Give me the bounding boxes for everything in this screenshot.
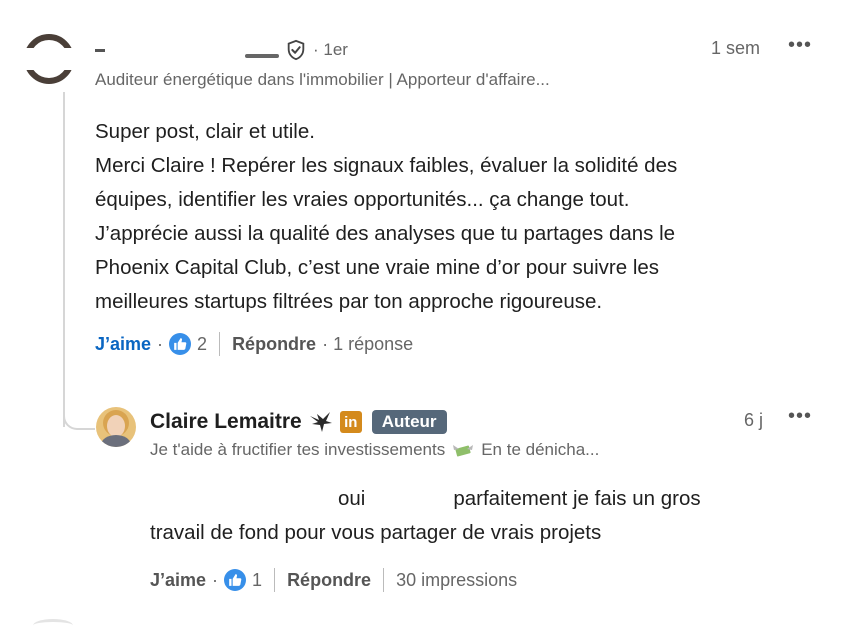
reply-author-headline: Je t'aide à fructifier tes investissemen…: [150, 440, 599, 460]
commenter-name-redacted[interactable]: [95, 40, 283, 60]
comment-more-icon[interactable]: •••: [788, 34, 812, 57]
divider: [274, 568, 276, 592]
like-count[interactable]: 2: [197, 334, 207, 355]
reply-text: oui parfaitement je fais un gros travail …: [150, 482, 701, 550]
comment-text: Super post, clair et utile. Merci Claire…: [95, 115, 795, 319]
commenter-name-row: · 1er: [95, 38, 348, 62]
reply-more-icon[interactable]: •••: [788, 405, 812, 428]
reply-author-name[interactable]: Claire Lemaitre: [150, 410, 302, 434]
reply-line: travail de fond pour vous partager de vr…: [150, 521, 602, 544]
linkedin-badge-icon: in: [339, 411, 362, 433]
reply-timestamp: 6 j: [744, 410, 764, 430]
reply-author-row: Claire Lemaitre in Auteur: [150, 408, 447, 436]
author-badge: Auteur: [371, 410, 447, 434]
thread-line: [63, 92, 65, 427]
impressions-count[interactable]: 30 impressions: [396, 570, 517, 591]
shield-check-icon: [287, 39, 305, 61]
comment-line: Merci Claire ! Repérer les signaux faibl…: [95, 154, 678, 177]
eagle-icon: [309, 412, 332, 432]
like-thumb-icon[interactable]: [224, 569, 247, 591]
commenter-avatar[interactable]: [20, 30, 78, 88]
reply-line: oui parfaitement je fais un gros: [150, 482, 701, 516]
headline-text: En te dénicha...: [481, 440, 600, 459]
connection-degree: · 1er: [313, 40, 348, 59]
reply-like-count[interactable]: 1: [252, 570, 262, 591]
next-comment-avatar-edge: [33, 619, 73, 632]
separator-dot: ·: [157, 333, 164, 354]
like-thumb-icon[interactable]: [169, 333, 192, 355]
divider: [383, 568, 385, 592]
reply-word: parfaitement je fais un gros: [453, 487, 701, 510]
comment-line: équipes, identifier les vraies opportuni…: [95, 188, 630, 211]
replies-count[interactable]: · 1 réponse: [322, 334, 413, 355]
like-button[interactable]: J’aime: [95, 334, 151, 355]
money-wings-icon: [453, 445, 474, 457]
reply-actions: J’aime · 1 Répondre 30 impressions: [150, 566, 517, 594]
thread-connector: [63, 400, 95, 430]
comment-line: Phoenix Capital Club, c’est une vraie mi…: [95, 256, 660, 279]
reply-word: oui: [338, 487, 366, 510]
headline-text: Je t'aide à fructifier tes investissemen…: [150, 440, 446, 459]
comment-actions: J’aime · 2 Répondre · 1 réponse: [95, 330, 413, 358]
reply-reply-button[interactable]: Répondre: [287, 570, 371, 591]
reply-button[interactable]: Répondre: [232, 334, 316, 355]
separator-dot: ·: [212, 569, 219, 590]
commenter-headline: Auditeur énergétique dans l'immobilier |…: [95, 70, 550, 89]
comment-line: meilleures startups filtrées par ton app…: [95, 290, 603, 313]
comment-line: J’apprécie aussi la qualité des analyses…: [95, 222, 676, 245]
divider: [219, 332, 221, 356]
author-avatar[interactable]: [96, 407, 136, 447]
reply-like-button[interactable]: J’aime: [150, 570, 206, 591]
comment-line: Super post, clair et utile.: [95, 120, 315, 143]
comment-timestamp: 1 sem: [711, 38, 761, 58]
